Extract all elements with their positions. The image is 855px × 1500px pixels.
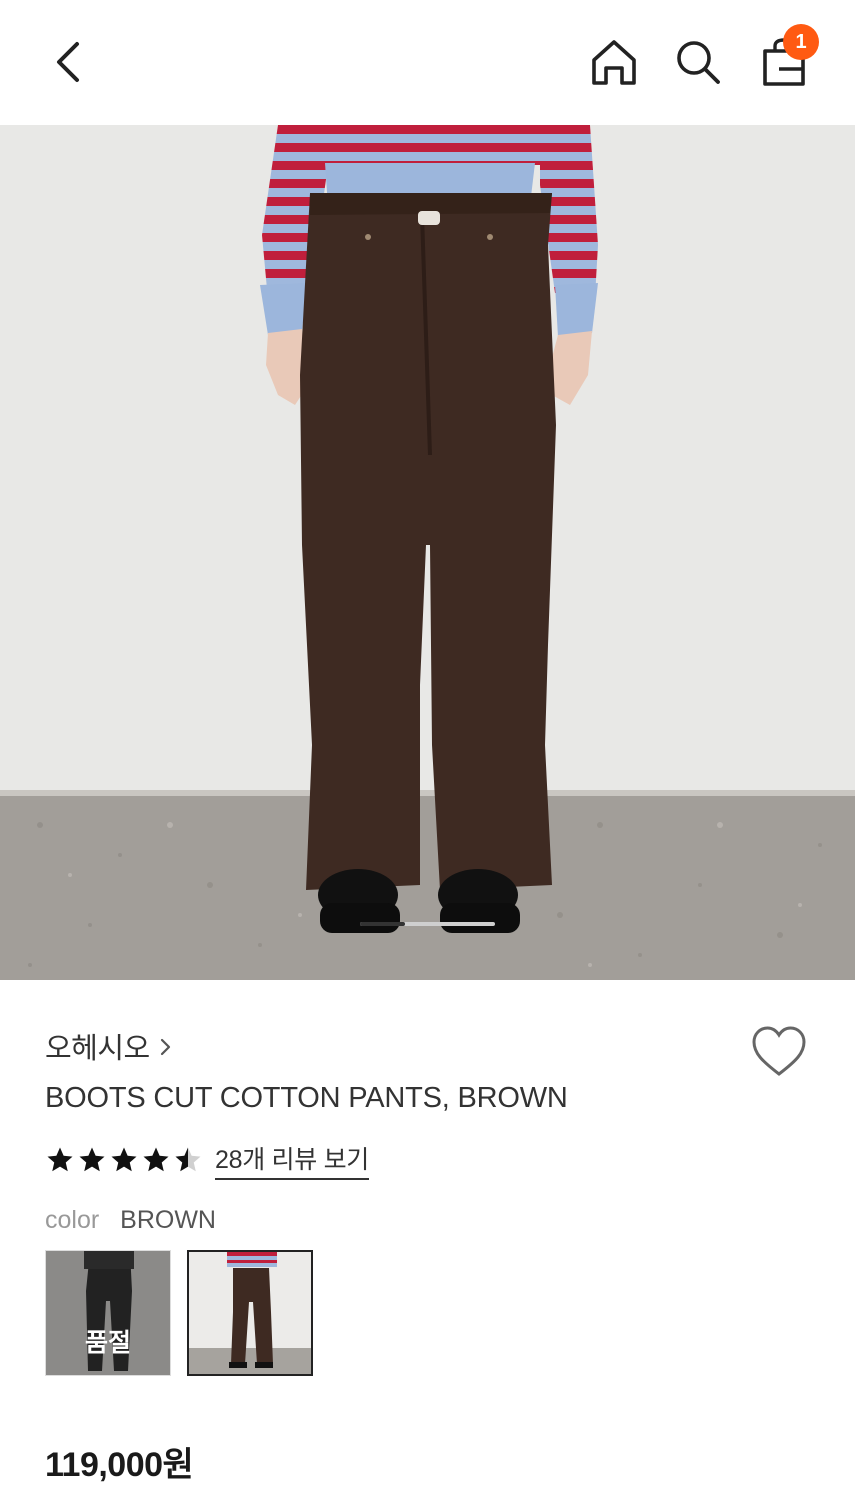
heart-icon — [752, 1026, 806, 1076]
cart-button[interactable]: 1 — [753, 24, 819, 92]
star-icon — [111, 1147, 137, 1172]
brand-name: 오헤시오 — [45, 1033, 150, 1065]
cart-count-badge: 1 — [783, 24, 819, 60]
wishlist-button[interactable] — [750, 1024, 808, 1078]
star-rating — [45, 1145, 203, 1175]
chevron-left-icon — [57, 42, 79, 82]
slide-indicator-active — [360, 922, 405, 926]
search-icon — [677, 41, 720, 84]
star-icon — [79, 1147, 105, 1172]
product-image-gallery[interactable] — [0, 125, 855, 980]
top-nav-bar: 1 — [0, 0, 855, 125]
color-option-brown[interactable] — [187, 1250, 313, 1376]
color-label: color — [45, 1206, 100, 1234]
star-icon — [143, 1147, 169, 1172]
brand-link[interactable]: 오헤시오 — [45, 1025, 172, 1067]
product-photo — [0, 125, 855, 980]
rating-row: 28개 리뷰 보기 — [45, 1140, 369, 1180]
color-option-black[interactable]: 품절 — [45, 1250, 171, 1376]
home-button[interactable] — [584, 32, 644, 92]
product-title: BOOTS CUT COTTON PANTS, BROWN — [45, 1082, 568, 1114]
chevron-right-icon — [160, 1038, 170, 1056]
half-star-icon — [175, 1147, 201, 1172]
review-link[interactable]: 28개 리뷰 보기 — [215, 1140, 369, 1180]
color-value: BROWN — [120, 1206, 216, 1234]
product-price: 119,000원 — [45, 1446, 194, 1484]
star-icon — [47, 1147, 73, 1172]
color-row: color BROWN — [45, 1206, 216, 1235]
swatch-image — [189, 1252, 311, 1374]
sold-out-label: 품절 — [84, 1329, 131, 1357]
back-button[interactable] — [38, 30, 98, 94]
home-icon — [592, 40, 636, 85]
search-button[interactable] — [668, 32, 728, 92]
slide-indicator — [360, 922, 495, 926]
